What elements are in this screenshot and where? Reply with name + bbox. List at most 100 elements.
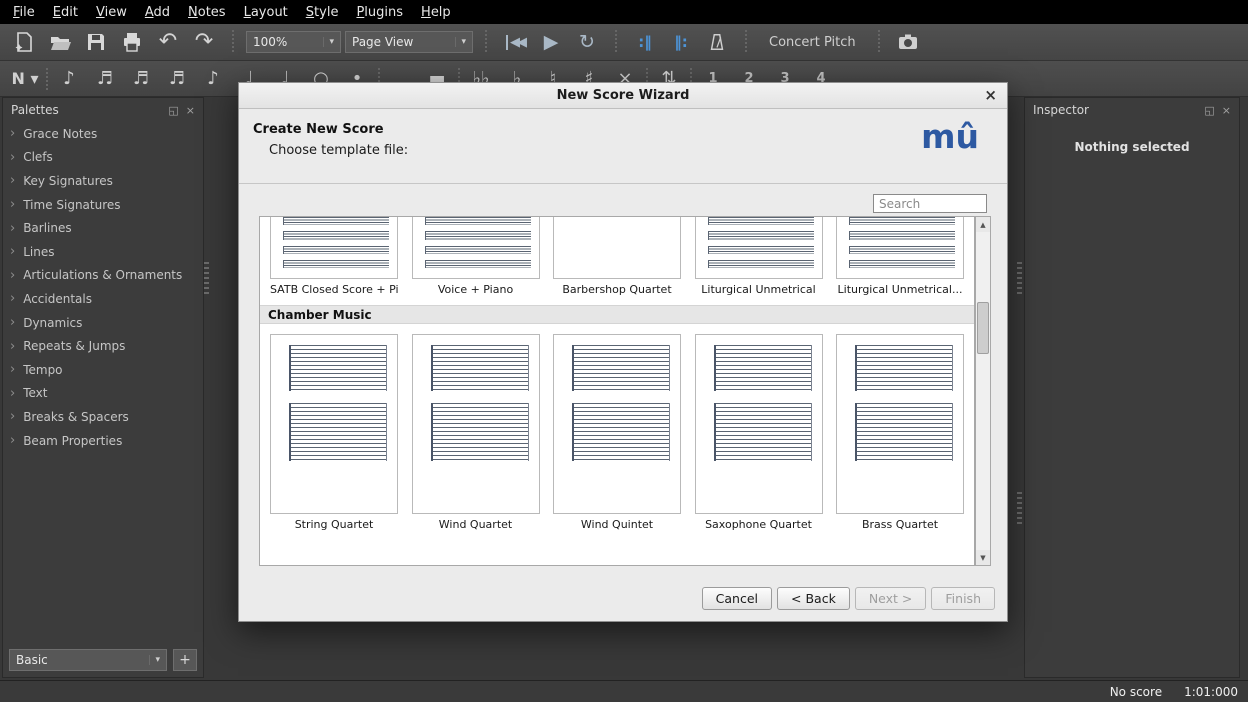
note-32nd-icon[interactable]: ♬ [126,64,156,94]
palette-item[interactable]: › Breaks & Spacers [3,405,203,429]
splitter-handle[interactable] [1017,492,1022,526]
header-divider [239,183,1007,184]
separator[interactable] [46,68,48,90]
palette-item[interactable]: › Tempo [3,358,203,382]
play-button[interactable]: ▶ [535,27,567,57]
workspace-row: Basic ▾ + [9,649,197,671]
palette-item[interactable]: › Lines [3,240,203,264]
dialog-titlebar[interactable]: New Score Wizard × [239,83,1007,109]
scroll-up-button[interactable]: ▲ [976,217,990,232]
float-panel-icon[interactable]: ◱ [168,105,178,116]
menu-item[interactable]: Edit [44,2,87,23]
note-glyph: ♬ [133,68,149,89]
grace-note-icon[interactable]: ♪ [54,64,84,94]
template-label: Barbershop Quartet [553,283,681,296]
template-thumbnail [836,217,964,279]
scrollbar-thumb[interactable] [977,302,989,354]
template-row-partial: SATB Closed Score + Piano Voice + Piano … [260,217,974,296]
new-score-button[interactable] [8,27,40,57]
workspace-select[interactable]: Basic ▾ [9,649,167,671]
palette-item-label: Articulations & Ornaments [23,268,182,282]
save-button[interactable] [80,27,112,57]
undo-button[interactable]: ↶ [152,27,184,57]
play-repeats-button[interactable]: :‖ [629,27,661,57]
palette-item[interactable]: › Clefs [3,146,203,170]
splitter-handle[interactable] [204,262,209,296]
palette-item[interactable]: › Dynamics [3,311,203,335]
menu-item[interactable]: File [4,2,44,23]
metronome-button[interactable] [701,27,733,57]
printer-icon [121,31,143,53]
note-input-icon[interactable]: N ▾ [10,64,40,94]
chevron-right-icon: › [10,339,15,354]
template-card[interactable]: Barbershop Quartet [553,217,681,296]
inspector-header: Inspector ◱ × [1025,98,1239,122]
close-panel-icon[interactable]: × [1222,105,1231,116]
template-card[interactable]: String Quartet [270,334,398,531]
note-64th-icon[interactable]: ♬ [90,64,120,94]
palette-item[interactable]: › Time Signatures [3,193,203,217]
palette-item[interactable]: › Text [3,382,203,406]
template-thumbnail [836,334,964,514]
template-card[interactable]: Saxophone Quartet [695,334,823,531]
floppy-disk-icon [85,31,107,53]
note-8th-icon[interactable]: ♪ [198,64,228,94]
template-card[interactable]: Liturgical Unmetrical... [836,217,964,296]
screenshot-button[interactable] [892,27,924,57]
menu-item[interactable]: Notes [179,2,235,23]
palette-item[interactable]: › Repeats & Jumps [3,334,203,358]
palette-item[interactable]: › Accidentals [3,287,203,311]
rewind-button[interactable]: ◀◀ [499,27,531,57]
palette-item-label: Barlines [23,221,71,235]
menu-item[interactable]: Help [412,2,460,23]
palette-item[interactable]: › Grace Notes [3,122,203,146]
note-glyph: ♬ [169,68,185,89]
scroll-down-button[interactable]: ▼ [976,550,990,565]
palette-item-label: Text [23,386,47,400]
menu-item[interactable]: Add [136,2,179,23]
template-search-input[interactable] [873,194,987,213]
view-mode-select[interactable]: Page View ▾ [345,31,473,53]
template-card[interactable]: Wind Quintet [553,334,681,531]
palette-item[interactable]: › Key Signatures [3,169,203,193]
chevron-right-icon: › [10,173,15,188]
redo-button[interactable]: ↷ [188,27,220,57]
template-card[interactable]: Wind Quartet [412,334,540,531]
splitter-handle[interactable] [1017,262,1022,296]
menu-item[interactable]: View [87,2,136,23]
menu-item[interactable]: Layout [235,2,297,23]
folder-icon [49,31,71,53]
concert-pitch-button[interactable]: Concert Pitch [759,35,866,50]
template-card[interactable]: Voice + Piano [412,217,540,296]
dialog-close-button[interactable]: × [984,86,997,104]
finish-button[interactable]: Finish [931,587,995,610]
print-button[interactable] [116,27,148,57]
loop-playback-button[interactable]: ↻ [571,27,603,57]
template-card[interactable]: SATB Closed Score + Piano [270,217,398,296]
note-16th-icon[interactable]: ♬ [162,64,192,94]
close-panel-icon[interactable]: × [186,105,195,116]
template-card[interactable]: Brass Quartet [836,334,964,531]
palette-item[interactable]: › Barlines [3,216,203,240]
add-workspace-button[interactable]: + [173,649,197,671]
palette-item[interactable]: › Articulations & Ornaments [3,264,203,288]
rewind-icon: ◀◀ [506,35,524,50]
back-button[interactable]: < Back [777,587,850,610]
open-file-button[interactable] [44,27,76,57]
metronome-icon [707,32,727,52]
toolbar-separator [232,30,234,54]
template-label: Liturgical Unmetrical... [836,283,964,296]
next-button[interactable]: Next > [855,587,927,610]
template-scrollbar[interactable]: ▲ ▼ [975,216,991,566]
float-panel-icon[interactable]: ◱ [1204,105,1214,116]
palette-item[interactable]: › Beam Properties [3,429,203,453]
zoom-select[interactable]: 100% ▾ [246,31,341,53]
cancel-button[interactable]: Cancel [702,587,772,610]
palette-item-label: Accidentals [23,292,92,306]
template-card[interactable]: Liturgical Unmetrical [695,217,823,296]
menu-item[interactable]: Style [297,2,348,23]
template-label: String Quartet [270,518,398,531]
menu-item[interactable]: Plugins [347,2,412,23]
chevron-right-icon: › [10,126,15,141]
pan-score-button[interactable]: ‖: [665,27,697,57]
